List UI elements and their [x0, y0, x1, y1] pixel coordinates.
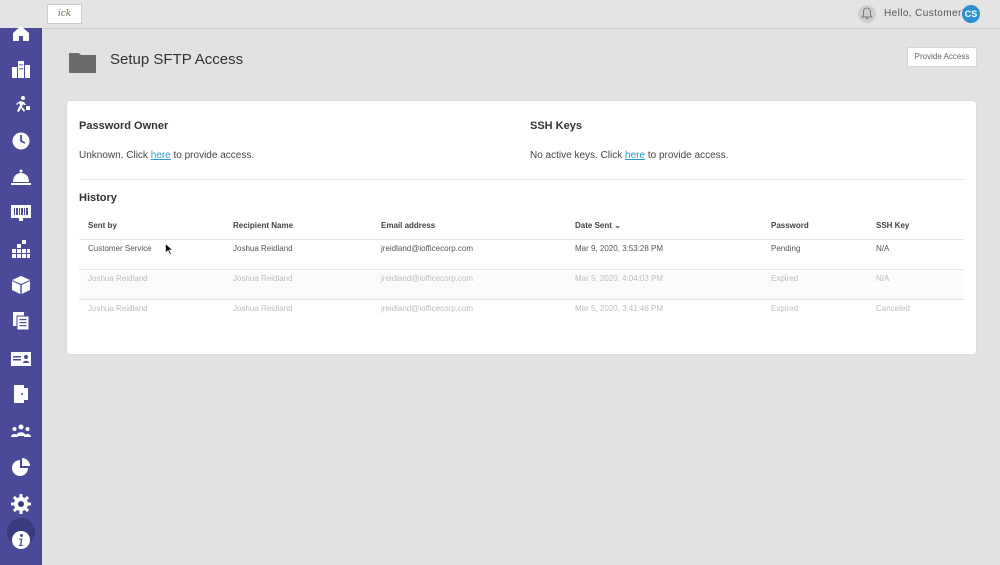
top-bar: ick Hello, Customer! CS — [0, 0, 1000, 29]
move-icon — [16, 96, 30, 112]
password-owner-text-after: to provide access. — [170, 150, 255, 161]
user-greeting: Hello, Customer! — [884, 8, 965, 19]
notifications-bell-icon[interactable] — [858, 5, 876, 23]
cell-ssh-key: N/A — [876, 244, 890, 253]
cell-password: Expired — [771, 304, 799, 313]
cell-ssh-key: N/A — [876, 274, 890, 283]
sort-chevron-down-icon: ⌄ — [614, 221, 621, 230]
floor-stats-icon — [12, 240, 30, 258]
sidebar-item-info[interactable] — [10, 529, 32, 551]
cell-email: jreidland@iofficecorp.com — [381, 274, 474, 283]
info-icon — [12, 531, 30, 549]
sidebar-item-mail[interactable] — [10, 274, 32, 296]
user-avatar[interactable]: CS — [962, 5, 980, 23]
package-icon — [12, 276, 30, 294]
ssh-keys-text-before: No active keys. Click — [530, 150, 626, 161]
password-owner-heading: Password Owner — [79, 120, 169, 132]
sidebar-item-space[interactable] — [10, 238, 32, 260]
column-header-ssh-key[interactable]: SSH Key — [876, 221, 909, 230]
provide-access-button[interactable]: Provide Access — [907, 47, 977, 67]
sidebar-item-reports[interactable] — [10, 456, 32, 478]
column-header-sent-by[interactable]: Sent by — [88, 221, 117, 230]
folder-icon — [69, 53, 96, 73]
column-header-password[interactable]: Password — [771, 221, 809, 230]
cell-password: Pending — [771, 244, 801, 253]
sidebar-item-settings[interactable] — [10, 493, 32, 515]
sidebar-item-home[interactable] — [10, 22, 32, 44]
documents-icon — [13, 312, 30, 331]
password-owner-text: Unknown. Click here to provide access. — [79, 150, 254, 161]
sidebar-item-documents[interactable] — [10, 310, 32, 332]
section-divider — [79, 179, 964, 180]
sidebar-item-time[interactable] — [10, 130, 32, 152]
ssh-keys-text: No active keys. Click here to provide ac… — [530, 150, 728, 161]
cell-sent-by: Joshua Reidland — [88, 304, 148, 313]
column-header-email-address[interactable]: Email address — [381, 221, 435, 230]
people-icon — [11, 424, 31, 437]
home-icon — [13, 26, 29, 41]
sidebar-item-visitors[interactable] — [10, 348, 32, 370]
table-row[interactable]: Joshua Reidland Joshua Reidland jreidlan… — [79, 269, 964, 300]
sidebar-item-services[interactable] — [10, 166, 32, 188]
door-icon — [14, 385, 28, 403]
sidebar-item-buildings[interactable] — [10, 58, 32, 80]
password-owner-text-before: Unknown. Click — [79, 150, 151, 161]
ssh-keys-text-after: to provide access. — [645, 150, 729, 161]
table-row[interactable]: Customer Service Joshua Reidland jreidla… — [79, 239, 964, 270]
cell-ssh-key: Canceled — [876, 304, 910, 313]
gear-icon — [11, 494, 31, 514]
column-header-date-sent[interactable]: Date Sent ⌄ — [575, 221, 621, 230]
page-title: Setup SFTP Access — [110, 51, 244, 68]
cell-recipient: Joshua Reidland — [233, 244, 293, 253]
sidebar-item-move[interactable] — [10, 94, 32, 116]
sftp-card: Password Owner Unknown. Click here to pr… — [67, 101, 976, 354]
barcode-monitor-icon — [11, 205, 31, 221]
cell-sent-by: Customer Service — [88, 244, 152, 253]
service-bell-icon — [11, 169, 31, 185]
password-owner-here-link[interactable]: here — [151, 150, 171, 161]
cell-date: Mar 9, 2020, 3:53:28 PM — [575, 244, 664, 253]
history-heading: History — [79, 192, 117, 204]
buildings-icon — [12, 61, 30, 78]
cell-date: Mar 5, 2020, 4:04:03 PM — [575, 274, 664, 283]
cell-recipient: Joshua Reidland — [233, 304, 293, 313]
company-logo[interactable]: ick — [47, 4, 82, 24]
id-card-icon — [11, 352, 31, 366]
column-header-recipient-name[interactable]: Recipient Name — [233, 221, 293, 230]
clock-icon — [12, 132, 30, 150]
cell-password: Expired — [771, 274, 799, 283]
date-sent-label: Date Sent — [575, 221, 612, 230]
mouse-cursor-icon — [165, 243, 173, 255]
sidebar-item-reservations[interactable] — [10, 383, 32, 405]
sidebar — [0, 26, 42, 565]
cell-email: jreidland@iofficecorp.com — [381, 244, 474, 253]
ssh-keys-heading: SSH Keys — [530, 120, 582, 132]
cell-recipient: Joshua Reidland — [233, 274, 293, 283]
cell-sent-by: Joshua Reidland — [88, 274, 148, 283]
cell-email: jreidland@iofficecorp.com — [381, 304, 474, 313]
ssh-keys-here-link[interactable]: here — [625, 150, 645, 161]
cell-date: Mar 5, 2020, 3:41:46 PM — [575, 304, 664, 313]
pie-chart-icon — [12, 458, 30, 476]
sidebar-item-people[interactable] — [10, 420, 32, 442]
table-row[interactable]: Joshua Reidland Joshua Reidland jreidlan… — [79, 299, 964, 330]
sidebar-item-assets[interactable] — [10, 202, 32, 224]
